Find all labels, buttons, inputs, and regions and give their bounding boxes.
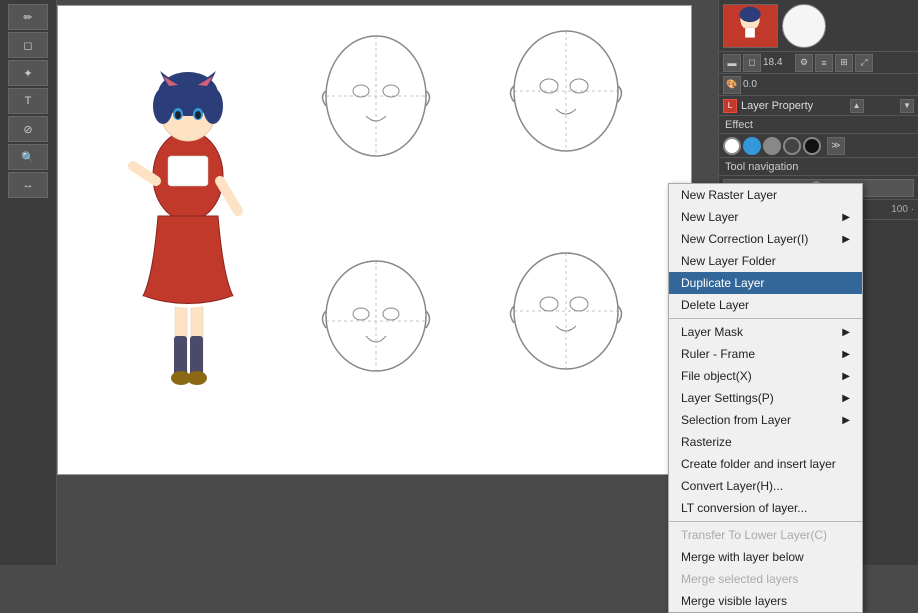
- submenu-arrow-icon: ▶: [842, 212, 850, 223]
- menu-item-label: Duplicate Layer: [681, 276, 764, 290]
- color-btn-blue[interactable]: [743, 137, 761, 155]
- menu-item-label: Delete Layer: [681, 298, 749, 312]
- thumbnail-row: [719, 0, 918, 52]
- menu-item-new-layer[interactable]: New Layer ▶: [669, 206, 862, 228]
- menu-item-label: Transfer To Lower Layer(C): [681, 528, 827, 542]
- color-btn-dark[interactable]: [783, 137, 801, 155]
- layer-thumbnail-character: [723, 4, 778, 48]
- submenu-arrow-icon: ▶: [842, 371, 850, 382]
- submenu-arrow-icon: ▶: [842, 327, 850, 338]
- tool-btn-1[interactable]: ✏: [8, 4, 48, 30]
- menu-item-transfer-to-lower: Transfer To Lower Layer(C): [669, 524, 862, 546]
- brush-tool-icon[interactable]: ▬: [723, 54, 741, 72]
- color-extra-icon[interactable]: ≫: [827, 137, 845, 155]
- layer-thumbnail-circle: [782, 4, 826, 48]
- tool-navigation-label: Tool navigation: [725, 161, 798, 173]
- menu-item-merge-visible-layers[interactable]: Merge visible layers: [669, 590, 862, 612]
- menu-item-label: Layer Mask: [681, 325, 743, 339]
- left-toolbar: ✏ ◻ ✦ T ⊘ 🔍 ↔: [0, 0, 57, 565]
- menu-separator: [669, 521, 862, 522]
- toolbar-row-1: ▬ ◻ 18.4 ⚙ ≡ ⊞ ⤢: [719, 52, 918, 74]
- menu-item-convert-layer[interactable]: Convert Layer(H)...: [669, 475, 862, 497]
- tool-nav-row: Tool navigation: [719, 158, 918, 176]
- menu-item-lt-conversion[interactable]: LT conversion of layer...: [669, 497, 862, 519]
- menu-item-label: Selection from Layer: [681, 413, 791, 427]
- menu-item-label: Convert Layer(H)...: [681, 479, 783, 493]
- menu-item-label: New Raster Layer: [681, 188, 777, 202]
- menu-item-rasterize[interactable]: Rasterize: [669, 431, 862, 453]
- submenu-arrow-icon: ▶: [842, 234, 850, 245]
- menu-item-layer-mask[interactable]: Layer Mask ▶: [669, 321, 862, 343]
- menu-item-label: Rasterize: [681, 435, 732, 449]
- menu-item-label: LT conversion of layer...: [681, 501, 807, 515]
- zoom-value: 100 ·: [891, 204, 914, 215]
- toolbar-row-2: 🎨 0.0: [719, 74, 918, 96]
- effect-label: Effect: [725, 119, 753, 131]
- tool-btn-5[interactable]: ⊘: [8, 116, 48, 142]
- submenu-arrow-icon: ▶: [842, 349, 850, 360]
- tool-btn-6[interactable]: 🔍: [8, 144, 48, 170]
- effect-row: Effect: [719, 116, 918, 134]
- layer-property-bar: L Layer Property ▲ ▼: [719, 96, 918, 116]
- color-btn-white[interactable]: [723, 137, 741, 155]
- settings-icon[interactable]: ⚙: [795, 54, 813, 72]
- menu-item-file-object[interactable]: File object(X) ▶: [669, 365, 862, 387]
- menu-item-new-raster-layer[interactable]: New Raster Layer: [669, 184, 862, 206]
- tool-btn-7[interactable]: ↔: [8, 172, 48, 198]
- menu-item-layer-settings[interactable]: Layer Settings(P) ▶: [669, 387, 862, 409]
- options-icon[interactable]: ≡: [815, 54, 833, 72]
- expand-icon[interactable]: ⤢: [855, 54, 873, 72]
- menu-item-label: Merge with layer below: [681, 550, 804, 564]
- canvas-area: [57, 5, 692, 475]
- menu-item-label: Merge visible layers: [681, 594, 787, 608]
- menu-separator: [669, 318, 862, 319]
- tool-btn-3[interactable]: ✦: [8, 60, 48, 86]
- menu-item-label: New Layer: [681, 210, 738, 224]
- menu-item-label: Layer Settings(P): [681, 391, 774, 405]
- tool-value-2: 0.0: [743, 79, 773, 90]
- layer-prop-icon: L: [723, 99, 737, 113]
- menu-item-label: Create folder and insert layer: [681, 457, 836, 471]
- menu-item-label: File object(X): [681, 369, 752, 383]
- menu-item-label: Merge selected layers: [681, 572, 798, 586]
- context-menu: New Raster LayerNew Layer▶New Correction…: [668, 183, 863, 613]
- layer-prop-btn-2[interactable]: ▼: [900, 99, 914, 113]
- head-sketches: [301, 26, 661, 466]
- submenu-arrow-icon: ▶: [842, 393, 850, 404]
- tool-btn-2[interactable]: ◻: [8, 32, 48, 58]
- color-icon[interactable]: 🎨: [723, 76, 741, 94]
- menu-item-new-correction-layer[interactable]: New Correction Layer(I) ▶: [669, 228, 862, 250]
- tool-value-1: 18.4: [763, 57, 793, 68]
- color-mode-row: ≫: [719, 134, 918, 158]
- menu-item-duplicate-layer[interactable]: Duplicate Layer: [669, 272, 862, 294]
- menu-item-label: New Layer Folder: [681, 254, 776, 268]
- menu-item-label: Ruler - Frame: [681, 347, 755, 361]
- menu-item-ruler-frame[interactable]: Ruler - Frame ▶: [669, 343, 862, 365]
- tool-btn-4[interactable]: T: [8, 88, 48, 114]
- menu-item-create-folder-insert-layer[interactable]: Create folder and insert layer: [669, 453, 862, 475]
- color-btn-black[interactable]: [803, 137, 821, 155]
- menu-item-selection-from-layer[interactable]: Selection from Layer ▶: [669, 409, 862, 431]
- menu-item-label: New Correction Layer(I): [681, 232, 808, 246]
- grid-icon[interactable]: ⊞: [835, 54, 853, 72]
- layer-prop-btn-1[interactable]: ▲: [850, 99, 864, 113]
- menu-item-delete-layer[interactable]: Delete Layer: [669, 294, 862, 316]
- color-btn-gray[interactable]: [763, 137, 781, 155]
- layer-property-label: Layer Property: [741, 100, 813, 112]
- eraser-tool-icon[interactable]: ◻: [743, 54, 761, 72]
- menu-item-merge-selected-layers: Merge selected layers: [669, 568, 862, 590]
- menu-item-new-layer-folder[interactable]: New Layer Folder: [669, 250, 862, 272]
- anime-character: [88, 26, 288, 456]
- submenu-arrow-icon: ▶: [842, 415, 850, 426]
